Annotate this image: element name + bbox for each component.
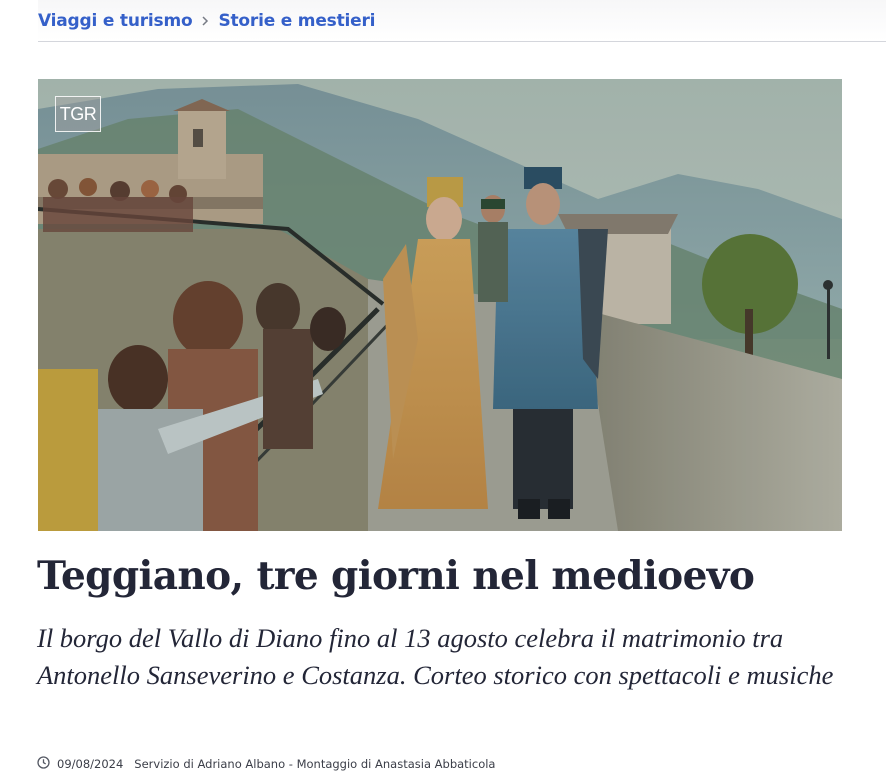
publish-date: 09/08/2024: [57, 757, 124, 771]
breadcrumb-link-storie-e-mestieri[interactable]: Storie e mestieri: [218, 11, 375, 31]
article-video-thumbnail[interactable]: TGR: [38, 79, 842, 531]
chevron-right-icon: [193, 11, 217, 31]
tgr-logo: TGR: [55, 96, 101, 132]
video-still-image: [38, 79, 842, 531]
article-credits: Servizio di Adriano Albano - Montaggio d…: [134, 757, 496, 771]
article-subtitle: Il borgo del Vallo di Diano fino al 13 a…: [37, 623, 834, 690]
breadcrumb-link-viaggi-e-turismo[interactable]: Viaggi e turismo: [38, 11, 193, 31]
clock-icon: [37, 756, 50, 772]
article-meta: 09/08/2024 Servizio di Adriano Albano - …: [37, 754, 495, 774]
breadcrumb: Viaggi e turismo Storie e mestieri: [38, 0, 886, 42]
article-title: Teggiano, tre giorni nel medioevo: [37, 553, 755, 599]
